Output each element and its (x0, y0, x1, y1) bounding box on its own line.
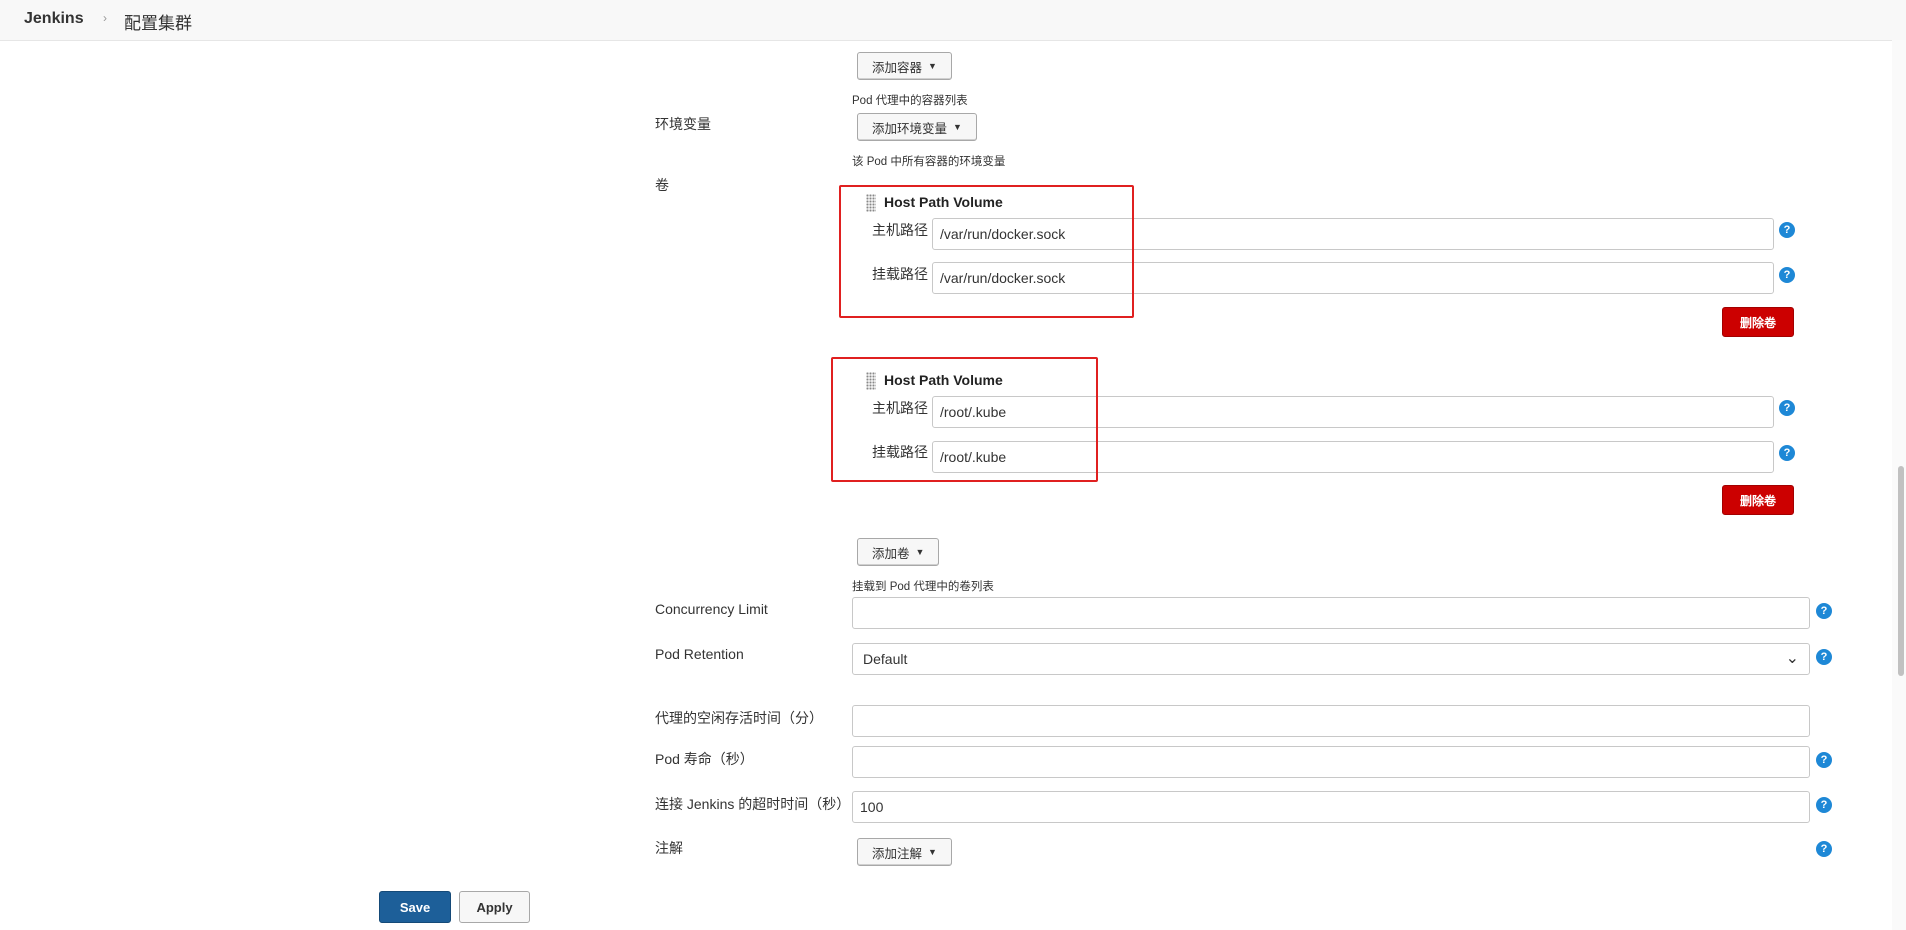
breadcrumb-configure-clouds[interactable]: 配置集群 (124, 9, 192, 34)
help-icon[interactable]: ? (1779, 222, 1795, 238)
add-container-button[interactable]: 添加容器 ▼ (857, 52, 952, 80)
delete-volume-button[interactable]: 删除卷 (1722, 485, 1794, 515)
scrollbar-thumb[interactable] (1898, 466, 1904, 676)
caret-down-icon: ▼ (928, 61, 937, 71)
idle-minutes-label: 代理的空闲存活时间（分） (655, 710, 823, 726)
pod-retention-select[interactable]: Default ⌄ (852, 643, 1810, 675)
volumes-hint: 挂载到 Pod 代理中的卷列表 (852, 581, 994, 593)
connect-timeout-label: 连接 Jenkins 的超时时间（秒） (655, 796, 851, 812)
help-icon[interactable]: ? (1816, 752, 1832, 768)
help-icon[interactable]: ? (1779, 267, 1795, 283)
concurrency-limit-input[interactable] (852, 597, 1810, 629)
add-container-label: 添加容器 (872, 60, 923, 75)
pod-lifetime-label: Pod 寿命（秒） (655, 751, 754, 767)
caret-down-icon: ▼ (953, 122, 962, 132)
highlight-box (831, 357, 1098, 482)
volumes-label: 卷 (655, 177, 669, 193)
add-env-var-button[interactable]: 添加环境变量 ▼ (857, 113, 977, 141)
add-annotation-button[interactable]: 添加注解 ▼ (857, 838, 952, 866)
help-icon[interactable]: ? (1816, 797, 1832, 813)
help-icon[interactable]: ? (1779, 400, 1795, 416)
caret-down-icon: ▼ (915, 547, 925, 557)
add-volume-button[interactable]: 添加卷 ▼ (857, 538, 940, 566)
env-vars-label: 环境变量 (655, 116, 711, 132)
add-env-var-label: 添加环境变量 (872, 121, 948, 136)
concurrency-limit-label: Concurrency Limit (655, 601, 768, 617)
containers-hint: Pod 代理中的容器列表 (852, 95, 968, 107)
help-icon[interactable]: ? (1816, 649, 1832, 665)
chevron-down-icon: ⌄ (1785, 650, 1799, 667)
help-icon[interactable]: ? (1816, 841, 1832, 857)
help-icon[interactable]: ? (1816, 603, 1832, 619)
apply-button[interactable]: Apply (459, 891, 530, 923)
add-annotation-label: 添加注解 (872, 846, 923, 861)
pod-retention-label: Pod Retention (655, 646, 744, 662)
breadcrumb-separator: › (103, 11, 107, 25)
highlight-box (839, 185, 1134, 318)
pod-lifetime-input[interactable] (852, 746, 1810, 778)
top-bar: Jenkins › 配置集群 (0, 0, 1906, 41)
annotations-label: 注解 (655, 840, 683, 856)
pod-retention-value: Default (863, 651, 908, 667)
idle-minutes-input[interactable] (852, 705, 1810, 737)
jenkins-home-link[interactable]: Jenkins (24, 10, 84, 28)
env-vars-hint: 该 Pod 中所有容器的环境变量 (852, 156, 1006, 168)
delete-volume-button[interactable]: 删除卷 (1722, 307, 1794, 337)
add-volume-label: 添加卷 (872, 546, 910, 561)
help-icon[interactable]: ? (1779, 445, 1795, 461)
save-button[interactable]: Save (379, 891, 451, 923)
connect-timeout-input[interactable] (852, 791, 1810, 823)
caret-down-icon: ▼ (928, 847, 937, 857)
